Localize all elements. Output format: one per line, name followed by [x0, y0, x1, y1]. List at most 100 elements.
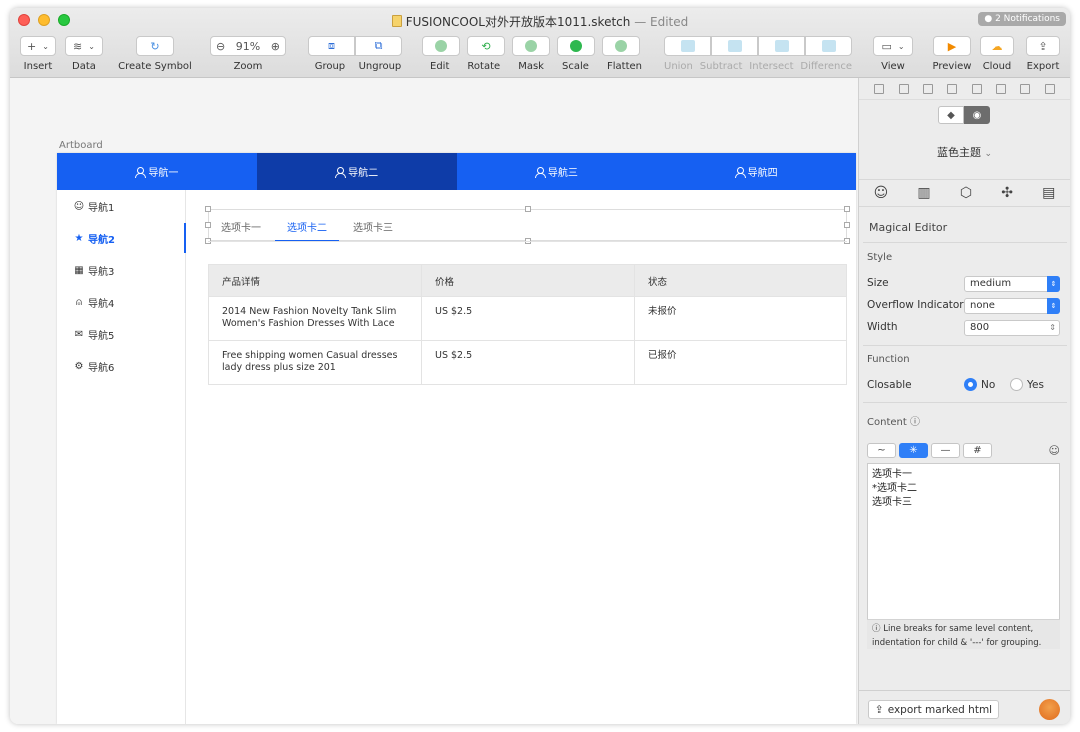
avatar[interactable] — [1039, 699, 1060, 720]
chart-icon[interactable]: ▥ — [917, 185, 930, 201]
closable-yes-radio[interactable]: Yes — [1010, 378, 1044, 391]
notifications-badge[interactable]: ● 2 Notifications — [978, 12, 1066, 26]
path-tools: ⟲ Edit Rotate Mask Scale Flatten — [422, 36, 650, 72]
artboard-label[interactable]: Artboard — [59, 140, 103, 151]
side-nav-item-6[interactable]: ⚙ 导航6 — [57, 350, 185, 382]
format-star-button[interactable]: ✳ — [899, 443, 928, 458]
insert-tool[interactable]: + ⌄ Insert — [16, 36, 60, 72]
format-tilde-button[interactable]: ~ — [867, 443, 896, 458]
size-label: Size — [867, 277, 889, 289]
export-html-button[interactable]: ⇪ export marked html — [868, 700, 999, 719]
zoom-in-button[interactable]: ⊕ — [271, 40, 280, 53]
align-center-icon[interactable] — [898, 83, 909, 94]
format-buttons: ~ ✳ — # — [867, 443, 992, 458]
overflow-label: Overflow Indicator — [867, 299, 964, 311]
resize-handle[interactable] — [205, 222, 211, 228]
divider — [863, 402, 1067, 403]
chevron-down-icon: ⌄ — [42, 41, 49, 51]
width-input[interactable]: 800 ⇕ — [964, 320, 1060, 336]
user-icon — [135, 166, 147, 178]
resize-handle[interactable] — [205, 206, 211, 212]
layers-icon: ≋ — [73, 39, 83, 53]
overflow-select[interactable]: none ⇕ — [964, 298, 1060, 314]
format-dash-button[interactable]: — — [931, 443, 960, 458]
size-select[interactable]: medium ⇕ — [964, 276, 1060, 292]
help-icon[interactable]: ⓘ — [910, 417, 920, 428]
mask-button[interactable] — [512, 36, 550, 56]
group-icon: ⧈ — [328, 39, 335, 52]
align-top-icon[interactable] — [971, 83, 982, 94]
sketch-window: FUSIONCOOL对外开放版本1011.sketch — Edited ● 2… — [10, 8, 1070, 724]
table-header-row: 产品详情 价格 状态 — [208, 264, 847, 297]
top-nav-item-4[interactable]: 导航四 — [656, 153, 856, 190]
edit-button[interactable] — [422, 36, 460, 56]
align-right-icon[interactable] — [947, 83, 958, 94]
group-button[interactable]: ⧈ — [308, 36, 355, 56]
globe-icon[interactable]: ◉ — [964, 106, 990, 124]
emoji-icon[interactable]: ☺ — [1049, 444, 1060, 457]
rotate-button[interactable]: ⟲ — [467, 36, 505, 56]
top-nav-item-3[interactable]: 导航三 — [457, 153, 657, 190]
view-tool[interactable]: ▭ ⌄ View — [870, 36, 916, 72]
side-nav-item-2[interactable]: ★ 导航2 — [57, 222, 186, 254]
chevron-down-icon: ⌄ — [984, 149, 993, 159]
stepper-icon[interactable]: ⇕ — [1049, 321, 1056, 335]
canvas[interactable]: Artboard 导航一 导航二 导航三 导航四 ☺ 导航1 ★ 导航2 ▦ 导航3 … — [10, 78, 858, 724]
flatten-icon — [615, 40, 627, 52]
divider — [863, 345, 1067, 346]
distribute-vertical-icon[interactable] — [1044, 83, 1055, 94]
tab-2[interactable]: 选项卡二 — [275, 219, 339, 242]
tab-3[interactable]: 选项卡三 — [353, 219, 393, 242]
format-hash-button[interactable]: # — [963, 443, 992, 458]
user-icon — [534, 166, 546, 178]
resize-handle[interactable] — [844, 222, 850, 228]
side-nav-item-1[interactable]: ☺ 导航1 — [57, 190, 185, 222]
side-nav-item-5[interactable]: ✉ 导航5 — [57, 318, 185, 350]
side-nav-item-4[interactable]: ⍝ 导航4 — [57, 286, 185, 318]
data-tool[interactable]: ≋ ⌄ Data — [62, 36, 106, 72]
ungroup-button[interactable]: ⧉ — [355, 36, 402, 56]
layout-icon[interactable]: ▤ — [1042, 185, 1055, 201]
user-icon — [335, 166, 347, 178]
export-tool[interactable]: ⇪ Export — [1022, 36, 1064, 72]
subtract-button[interactable] — [711, 36, 758, 56]
union-button[interactable] — [664, 36, 711, 56]
closable-no-radio[interactable]: No — [964, 378, 995, 391]
resize-handle[interactable] — [525, 206, 531, 212]
tab-bar: 选项卡一 选项卡二 选项卡三 — [221, 219, 393, 242]
distribute-icon[interactable] — [922, 83, 933, 94]
side-nav-item-3[interactable]: ▦ 导航3 — [57, 254, 185, 286]
tab-1[interactable]: 选项卡一 — [221, 219, 261, 242]
intersect-button[interactable] — [758, 36, 805, 56]
diamond-icon[interactable]: ◆ — [938, 106, 964, 124]
resize-handle[interactable] — [844, 206, 850, 212]
top-nav-item-1[interactable]: 导航一 — [57, 153, 257, 190]
cloud-tool[interactable]: ☁ Cloud — [976, 36, 1018, 72]
difference-icon — [821, 40, 836, 52]
table-cell: US $2.5 — [421, 340, 635, 385]
scale-button[interactable] — [557, 36, 595, 56]
mode-toggle: ◆ ◉ — [938, 106, 990, 124]
preview-tool[interactable]: ▶ Preview — [930, 36, 974, 72]
create-symbol-tool[interactable]: ↻ Create Symbol — [114, 36, 196, 72]
share-icon: ⇪ — [1038, 39, 1048, 53]
smile-icon[interactable]: ☺ — [874, 185, 889, 201]
theme-select[interactable]: 蓝色主题 ⌄ — [859, 144, 1070, 160]
flatten-button[interactable] — [602, 36, 640, 56]
align-left-icon[interactable] — [874, 83, 885, 94]
top-nav-item-2[interactable]: 导航二 — [256, 153, 457, 190]
artboard[interactable]: 导航一 导航二 导航三 导航四 ☺ 导航1 ★ 导航2 ▦ 导航3 ⍝ 导航4 ✉ 导航5… — [57, 153, 856, 724]
gear-icon: ⚙ — [74, 360, 84, 372]
panel-tabs: ☺ ▥ ⬡ ✣ ▤ — [859, 179, 1070, 207]
difference-button[interactable] — [805, 36, 852, 56]
zoom-out-button[interactable]: ⊖ — [216, 40, 225, 53]
section-function: Function — [867, 354, 910, 365]
alignment-toolbar — [859, 78, 1070, 100]
align-middle-icon[interactable] — [996, 83, 1007, 94]
divider — [863, 242, 1067, 243]
table-row: 2014 New Fashion Novelty Tank Slim Women… — [208, 296, 847, 341]
cube-icon[interactable]: ⬡ — [960, 185, 972, 201]
title-bar: FUSIONCOOL对外开放版本1011.sketch — Edited ● 2… — [10, 8, 1070, 78]
components-icon[interactable]: ✣ — [1001, 185, 1013, 201]
align-bottom-icon[interactable] — [1020, 83, 1031, 94]
